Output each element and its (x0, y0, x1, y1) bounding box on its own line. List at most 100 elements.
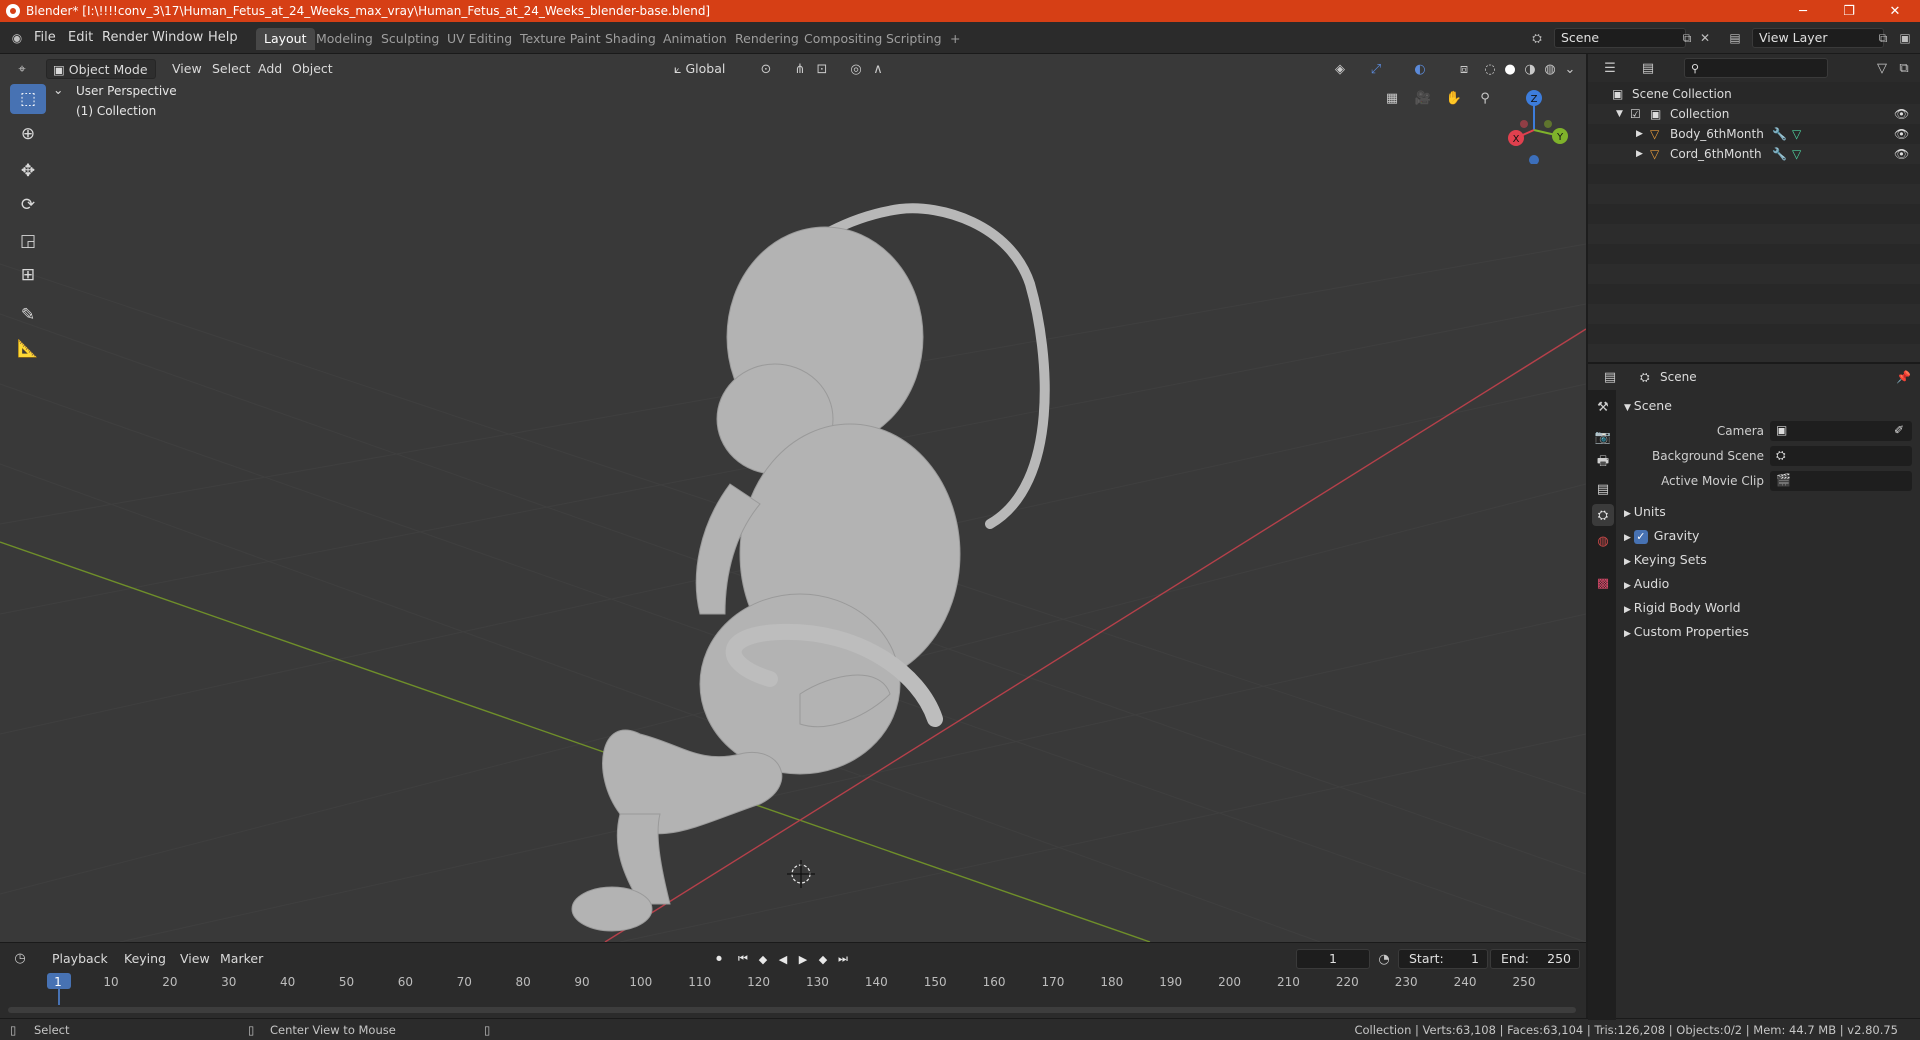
annotate-tool[interactable]: ✎ (10, 300, 46, 330)
custom-properties-panel-header[interactable]: ▶ Custom Properties (1624, 624, 1749, 639)
expand-arrow-icon[interactable]: ▶ (1636, 149, 1643, 159)
collection-checkbox[interactable]: ☑ (1630, 107, 1641, 121)
outliner-row-body[interactable]: ▶ ▽ Body_6thMonth 🔧 ▽ 👁 (1588, 124, 1920, 144)
object-mode-dropdown[interactable]: ▣ Object Mode ⌄ (46, 59, 156, 97)
falloff-icon[interactable]: ∧ (868, 59, 888, 79)
gravity-panel-header[interactable]: ▶ ✓ Gravity (1624, 528, 1699, 544)
pin-icon[interactable]: 📌 (1896, 370, 1911, 384)
close-button[interactable]: ✕ (1872, 0, 1918, 22)
minimize-button[interactable]: ─ (1780, 0, 1826, 22)
new-scene-icon[interactable]: ⧉ (1678, 29, 1696, 47)
pan-view-icon[interactable]: ✋ (1444, 88, 1464, 108)
scene-field[interactable]: Scene (1554, 28, 1686, 48)
viewport-menu-object[interactable]: Object (286, 59, 339, 79)
rotate-tool[interactable]: ⟳ (10, 190, 46, 220)
visibility-icon[interactable]: ◈ (1330, 59, 1350, 79)
mesh-data-icon[interactable]: ▽ (1792, 147, 1801, 161)
jump-keyframe-back-icon[interactable]: ◆ (754, 950, 772, 968)
tab-modeling[interactable]: Modeling (308, 28, 381, 50)
shading-rendered-icon[interactable]: ◍ (1540, 59, 1560, 79)
scene-panel-header[interactable]: ▼ Scene (1624, 398, 1672, 413)
tab-scripting[interactable]: Scripting (878, 28, 950, 50)
expand-arrow-icon[interactable]: ▼ (1616, 109, 1623, 119)
outliner-row-cord[interactable]: ▶ ▽ Cord_6thMonth 🔧 ▽ 👁 (1588, 144, 1920, 164)
active-movie-clip-field[interactable]: 🎬 (1770, 471, 1912, 491)
timeline-menu-marker[interactable]: Marker (216, 949, 267, 969)
outliner-editor-type-icon[interactable]: ☰ (1600, 58, 1620, 78)
delete-scene-icon[interactable]: ✕ (1696, 29, 1714, 47)
eye-icon[interactable]: 👁 (1894, 147, 1909, 161)
end-frame-field[interactable]: End: 250 (1490, 949, 1580, 969)
preview-range-icon[interactable]: ◔ (1374, 949, 1394, 969)
blender-menu-icon[interactable]: ◉ (8, 29, 26, 47)
jump-start-icon[interactable]: ⏮ (734, 950, 752, 968)
tab-shading[interactable]: Shading (597, 28, 664, 50)
xray-icon[interactable]: ⧈ (1454, 59, 1474, 79)
rigid-body-world-panel-header[interactable]: ▶ Rigid Body World (1624, 600, 1741, 615)
shading-solid-icon[interactable]: ● (1500, 59, 1520, 79)
snap-target-icon[interactable]: ⊡ (812, 59, 832, 79)
outliner-row-collection[interactable]: ▼ ☑ ▣ Collection 👁 (1588, 104, 1920, 124)
eye-icon[interactable]: 👁 (1894, 107, 1909, 121)
editor-type-icon[interactable]: ⌖ (12, 59, 32, 79)
eyedropper-icon[interactable]: ✐ (1894, 423, 1904, 437)
menu-file[interactable]: File (30, 28, 60, 48)
display-mode-icon[interactable]: ▤ (1638, 58, 1658, 78)
mesh-data-icon[interactable]: ▽ (1792, 127, 1801, 141)
transform-tool[interactable]: ⊞ (10, 260, 46, 290)
shading-wireframe-icon[interactable]: ◌ (1480, 59, 1500, 79)
gravity-checkbox[interactable]: ✓ (1633, 529, 1648, 544)
camera-view-icon[interactable]: 🎥 (1413, 88, 1433, 108)
tab-sculpting[interactable]: Sculpting (373, 28, 447, 50)
current-frame-field[interactable]: 1 (1296, 949, 1370, 969)
menu-edit[interactable]: Edit (64, 28, 97, 48)
viewport-menu-add[interactable]: Add (252, 59, 288, 79)
keying-sets-panel-header[interactable]: ▶ Keying Sets (1624, 552, 1707, 567)
measure-tool[interactable]: 📐 (10, 334, 46, 364)
expand-arrow-icon[interactable]: ▶ (1636, 129, 1643, 139)
timeline-menu-view[interactable]: View (176, 949, 214, 969)
tab-layout[interactable]: Layout (256, 28, 315, 50)
timeline-menu-keying[interactable]: Keying (120, 949, 170, 969)
shading-options-icon[interactable]: ⌄ (1560, 59, 1580, 79)
menu-window[interactable]: Window (148, 28, 207, 48)
modifier-wrench-icon[interactable]: 🔧 (1772, 147, 1787, 161)
pivot-point-icon[interactable]: ⊙ (756, 59, 776, 79)
scene-browse-icon[interactable]: ⛭ (1528, 29, 1546, 47)
menu-help[interactable]: Help (204, 28, 242, 48)
scale-tool[interactable]: ◲ (10, 226, 46, 256)
scene-tab-icon[interactable]: ⛭ (1592, 504, 1614, 526)
shading-material-icon[interactable]: ◑ (1520, 59, 1540, 79)
toggle-ortho-icon[interactable]: ▦ (1382, 88, 1402, 108)
view-layer-browse-icon[interactable]: ▤ (1726, 29, 1744, 47)
jump-keyframe-forward-icon[interactable]: ◆ (814, 950, 832, 968)
start-frame-field[interactable]: Start: 1 (1398, 949, 1488, 969)
new-view-layer-icon[interactable]: ⧉ (1874, 29, 1892, 47)
timeline-menu-playback[interactable]: Playback (48, 949, 112, 969)
record-icon[interactable]: ⏺ (710, 950, 728, 968)
render-tab-icon[interactable]: 📷 (1592, 426, 1614, 448)
tool-tab-icon[interactable]: ⚒ (1592, 396, 1614, 418)
units-panel-header[interactable]: ▶ Units (1624, 504, 1666, 519)
proportional-edit-icon[interactable]: ◎ (846, 59, 866, 79)
viewport-menu-select[interactable]: Select (206, 59, 257, 79)
tab-compositing[interactable]: Compositing (796, 28, 890, 50)
new-collection-icon[interactable]: ⧉ (1894, 58, 1914, 78)
tab-animation[interactable]: Animation (655, 28, 735, 50)
tab-uv-editing[interactable]: UV Editing (439, 28, 520, 50)
audio-panel-header[interactable]: ▶ Audio (1624, 576, 1669, 591)
add-workspace-button[interactable]: + (942, 28, 968, 50)
output-tab-icon[interactable]: 🖶 (1592, 452, 1614, 474)
play-reverse-icon[interactable]: ◀ (774, 950, 792, 968)
cursor-tool[interactable]: ⊕ (10, 119, 46, 149)
menu-render[interactable]: Render (98, 28, 152, 48)
gizmo-toggle-icon[interactable]: ⤢ (1366, 59, 1386, 79)
zoom-view-icon[interactable]: ⚲ (1475, 88, 1495, 108)
3d-viewport[interactable]: ⌖ ▣ Object Mode ⌄ View Select Add Object… (0, 54, 1586, 942)
view-layer-field[interactable]: View Layer (1752, 28, 1884, 48)
move-tool[interactable]: ✥ (10, 156, 46, 186)
view-layer-tab-icon[interactable]: ▤ (1592, 478, 1614, 500)
maximize-button[interactable]: ❐ (1826, 0, 1872, 22)
snap-icon[interactable]: ⋔ (790, 59, 810, 79)
properties-editor-type-icon[interactable]: ▤ (1600, 367, 1620, 387)
